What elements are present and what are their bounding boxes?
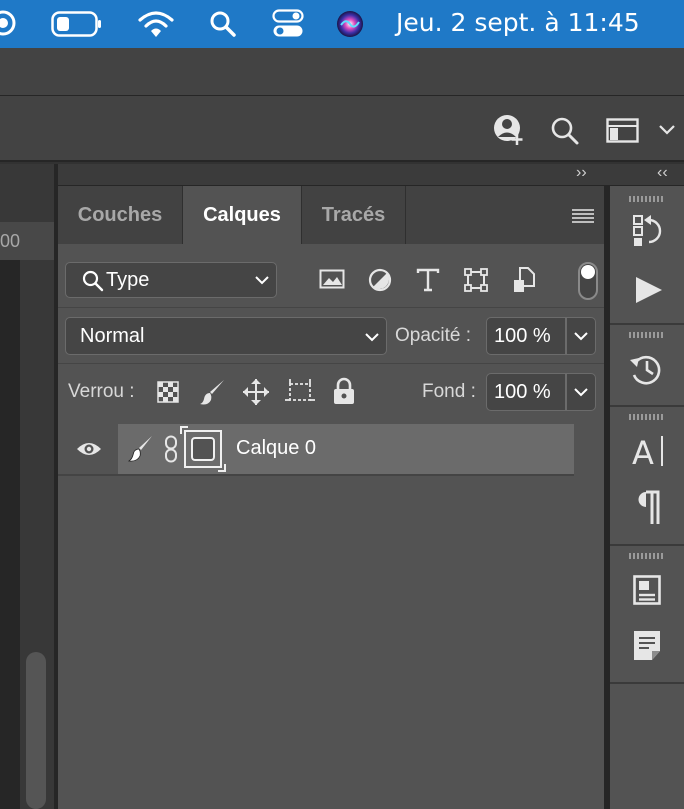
brush-icon (128, 436, 152, 462)
collapse-panels-button[interactable]: ›› (576, 164, 587, 182)
expand-dock-button[interactable]: ‹‹ (657, 164, 668, 182)
lock-transparent-icon[interactable] (157, 381, 179, 403)
play-actions-icon[interactable] (634, 276, 664, 304)
layer-visibility-cell[interactable] (58, 424, 118, 474)
image-filter-icon[interactable] (319, 268, 345, 290)
filter-toggle-switch[interactable] (578, 262, 598, 300)
chevron-down-icon (574, 388, 588, 397)
menu-bar-clock[interactable]: Jeu. 2 sept. à 11:45 (396, 8, 640, 37)
tab-traces[interactable]: Tracés (302, 186, 406, 244)
character-icon[interactable]: A (632, 434, 666, 468)
eye-icon[interactable] (76, 441, 102, 457)
right-icon-dock: A (610, 186, 684, 809)
battery-icon[interactable] (51, 11, 103, 37)
options-bar (0, 96, 684, 162)
layer-row[interactable]: Calque 0 (118, 424, 574, 474)
wifi-icon[interactable] (138, 10, 174, 38)
layers-panel: Couches Calques Tracés Type Normal Opaci… (58, 186, 604, 809)
workspace-icon[interactable] (606, 118, 640, 144)
layer-thumbnail[interactable] (180, 426, 226, 472)
vertical-ruler: 00 (0, 222, 54, 260)
tab-calques[interactable]: Calques (182, 186, 302, 244)
opacity-value: 100 % (494, 324, 551, 347)
panel-collapse-strip: ›› ‹‹ (58, 164, 684, 186)
tab-couches[interactable]: Couches (58, 186, 182, 244)
notes-icon[interactable] (633, 630, 661, 662)
chevron-down-icon (365, 333, 379, 342)
siri-orb-icon[interactable] (336, 10, 364, 38)
history-brush-icon[interactable] (632, 214, 664, 248)
fill-label: Fond : (422, 381, 476, 402)
blend-mode-select[interactable]: Normal (65, 317, 387, 355)
dock-grip[interactable] (629, 196, 665, 202)
chevron-down-icon (255, 276, 269, 285)
opacity-label: Opacité : (395, 325, 472, 346)
divider (610, 544, 684, 546)
fill-slider-button[interactable] (566, 373, 596, 411)
dock-grip[interactable] (629, 332, 665, 338)
layer-mask-preview (191, 437, 215, 461)
svg-text:A: A (632, 434, 654, 468)
shape-filter-icon[interactable] (464, 268, 488, 292)
divider (58, 363, 604, 364)
filter-kind-label: Type (106, 268, 150, 291)
share-user-icon[interactable] (492, 114, 528, 146)
opacity-slider-button[interactable] (566, 317, 596, 355)
lock-all-icon[interactable] (333, 377, 355, 405)
fill-input[interactable]: 100 % (486, 373, 566, 411)
app-title-bar (0, 48, 684, 96)
lock-label: Verrou : (68, 381, 135, 402)
document-scrollbar[interactable] (26, 652, 46, 809)
paragraph-icon[interactable] (636, 490, 660, 526)
lock-artboard-icon[interactable] (285, 378, 315, 406)
search-icon[interactable] (550, 116, 580, 146)
divider (58, 474, 574, 476)
toggle-knob (581, 265, 595, 279)
link-icon[interactable] (164, 435, 178, 463)
lock-position-icon[interactable] (242, 378, 270, 406)
siri-icon[interactable] (0, 10, 16, 36)
divider (58, 307, 604, 308)
dock-grip[interactable] (629, 414, 665, 420)
divider (610, 405, 684, 407)
control-center-icon[interactable] (272, 9, 304, 39)
ruler-label: 00 (0, 231, 21, 251)
dock-grip[interactable] (629, 553, 665, 559)
adjustment-filter-icon[interactable] (368, 268, 392, 292)
divider (610, 323, 684, 325)
layer-name[interactable]: Calque 0 (236, 437, 316, 460)
divider (610, 682, 684, 684)
chevron-down-icon (574, 332, 588, 341)
blend-mode-value: Normal (80, 324, 145, 347)
document-canvas[interactable] (0, 260, 20, 809)
lock-image-icon[interactable] (199, 378, 227, 406)
search-icon (82, 270, 104, 292)
smart-object-filter-icon[interactable] (513, 267, 535, 293)
history-icon[interactable] (627, 352, 663, 386)
panel-menu-icon[interactable] (572, 208, 594, 224)
opacity-input[interactable]: 100 % (486, 317, 566, 355)
chevron-down-icon[interactable] (658, 124, 676, 136)
type-filter-icon[interactable] (416, 268, 440, 292)
properties-icon[interactable] (633, 575, 661, 605)
menu-bar: Jeu. 2 sept. à 11:45 (0, 0, 684, 48)
fill-value: 100 % (494, 380, 551, 403)
panel-tab-row: Couches Calques Tracés (58, 186, 604, 244)
spotlight-icon[interactable] (209, 10, 237, 38)
